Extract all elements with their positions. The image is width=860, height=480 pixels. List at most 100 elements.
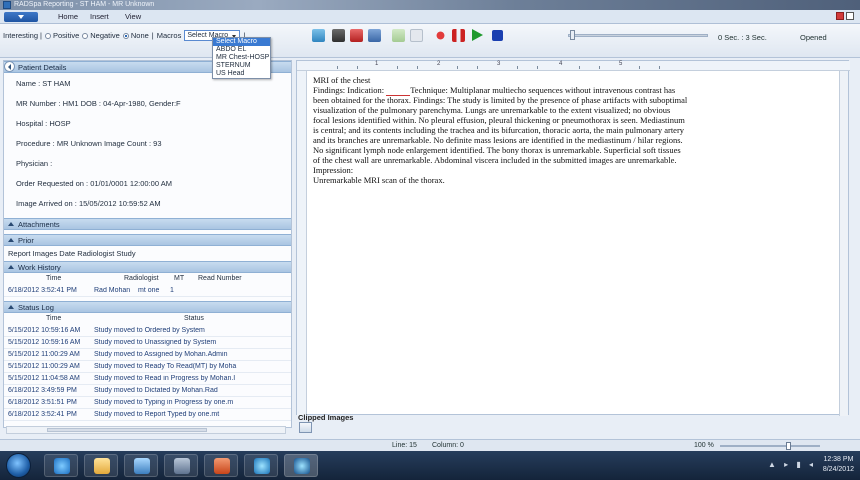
ribbon-tabs: Home Insert View <box>0 10 860 24</box>
table-row[interactable]: 5/15/2012 10:59:16 AM Study moved to Unas… <box>4 337 291 349</box>
record-icon[interactable] <box>434 29 447 42</box>
collapse-panel-icon[interactable] <box>4 61 15 72</box>
table-row[interactable]: 5/15/2012 11:04:58 AM Study moved to Read… <box>4 373 291 385</box>
taskbar-app-4[interactable] <box>164 454 198 477</box>
macro-option[interactable]: MR Chest-HOSP <box>213 54 270 62</box>
audio-status: Opened <box>800 33 827 42</box>
app-icon <box>134 458 150 474</box>
status-log-columns: Time Status <box>46 315 204 322</box>
taskbar-ie[interactable] <box>44 454 78 477</box>
globe-icon <box>254 458 270 474</box>
study-details-panel: Patient Details Name : ST HAM MR Number … <box>3 60 292 428</box>
blank-tool-icon[interactable] <box>410 29 423 42</box>
chevron-up-icon <box>8 222 14 226</box>
chevron-down-icon <box>18 15 24 19</box>
pdf-icon[interactable] <box>350 29 363 42</box>
save-icon[interactable] <box>368 29 381 42</box>
patient-physician: Physician : <box>16 159 53 168</box>
work-history-header[interactable]: Work History <box>4 261 291 273</box>
none-label: None <box>130 31 149 40</box>
impression-text: Unremarkable MRI scan of the thorax. <box>313 175 445 185</box>
application-menu-button[interactable] <box>4 12 38 22</box>
report-findings: Findings: Indication: Technique: Multipl… <box>313 85 688 165</box>
table-row[interactable]: 6/18/2012 3:51:51 PM Study moved to Typin… <box>4 397 291 409</box>
prior-columns: Report Images Date Radiologist Study <box>8 249 136 258</box>
macro-option[interactable]: ABDO EL <box>213 46 270 54</box>
zoom-slider[interactable] <box>720 445 820 447</box>
stop-icon[interactable] <box>492 30 503 41</box>
audio-position-thumb[interactable] <box>570 30 575 40</box>
patient-procedure: Procedure : MR Unknown Image Count : 93 <box>16 139 162 148</box>
window-controls <box>836 12 854 20</box>
maximize-button[interactable] <box>846 12 854 20</box>
audio-time: 0 Sec. : 3 Sec. <box>718 33 767 42</box>
table-row[interactable]: 5/15/2012 11:00:29 AM Study moved to Read… <box>4 361 291 373</box>
send-icon[interactable] <box>312 29 325 42</box>
radspa-icon <box>294 458 310 474</box>
work-history-columns: Time Radiologist MT Read Number <box>46 275 242 282</box>
prior-header[interactable]: Prior <box>4 234 291 246</box>
app-icon <box>3 1 11 9</box>
image-arrived: Image Arrived on : 15/05/2012 10:59:52 A… <box>16 199 161 208</box>
zoom-level: 100 % <box>694 442 714 449</box>
clipped-images-label: Clipped Images <box>298 413 354 422</box>
taskbar-radspa[interactable] <box>284 454 318 477</box>
table-row[interactable]: 5/15/2012 11:00:29 AM Study moved to Assi… <box>4 349 291 361</box>
scrollbar-thumb[interactable] <box>47 428 207 432</box>
macro-dropdown-list: Select Macro ABDO EL MR Chest-HOSP STERN… <box>212 37 271 79</box>
browser-icon <box>54 458 70 474</box>
left-panel-scrollbar[interactable] <box>6 426 286 434</box>
report-title: MRI of the chest <box>313 75 371 85</box>
system-tray[interactable]: ▲ ▸ ▮ ◂ <box>768 460 816 469</box>
close-window-button[interactable] <box>836 12 844 20</box>
tab-home[interactable]: Home <box>58 12 78 21</box>
table-row[interactable]: 6/18/2012 3:49:59 PM Study moved to Dicta… <box>4 385 291 397</box>
patient-mr-dob: MR Number : HM1 DOB : 04-Apr-1980, Gende… <box>16 99 181 108</box>
study-flags: Interesting | Positive Negative None | M… <box>3 30 246 41</box>
chevron-up-icon <box>8 265 14 269</box>
patient-name: Name : ST HAM <box>16 79 71 88</box>
zoom-slider-thumb[interactable] <box>786 442 791 450</box>
approve-icon[interactable] <box>392 29 405 42</box>
taskbar-app-3[interactable] <box>124 454 158 477</box>
start-button[interactable] <box>6 453 31 478</box>
tab-insert[interactable]: Insert <box>90 12 109 21</box>
interesting-toggle[interactable]: Interesting <box>3 31 38 40</box>
negative-radio[interactable] <box>82 32 89 39</box>
taskbar-clock[interactable]: 12:38 PM 8/24/2012 <box>823 455 854 475</box>
play-icon[interactable] <box>472 29 483 41</box>
table-row[interactable]: 5/15/2012 10:59:16 AM Study moved to Orde… <box>4 325 291 337</box>
status-log-header[interactable]: Status Log <box>4 301 291 313</box>
editor-vertical-scrollbar[interactable] <box>839 71 848 416</box>
pause-icon[interactable] <box>452 29 465 42</box>
tab-view[interactable]: View <box>125 12 141 21</box>
positive-radio[interactable] <box>44 32 51 39</box>
status-bar: Line: 15 Column: 0 100 % <box>0 439 860 451</box>
taskbar-explorer[interactable] <box>84 454 118 477</box>
window-title-bar: RADSpa Reporting - ST HAM - MR Unknown <box>0 0 860 10</box>
windows-taskbar: ▲ ▸ ▮ ◂ 12:38 PM 8/24/2012 <box>0 451 860 480</box>
taskbar-powerpoint[interactable] <box>204 454 238 477</box>
chevron-up-icon <box>8 305 14 309</box>
macro-option[interactable]: US Head <box>213 70 270 78</box>
chevron-up-icon <box>8 238 14 242</box>
table-row[interactable]: 6/18/2012 3:52:41 PM Rad Mohan mt one 1 <box>4 285 291 297</box>
app-icon <box>174 458 190 474</box>
macro-option[interactable]: Select Macro <box>213 38 270 46</box>
macro-option[interactable]: STERNUM <box>213 62 270 70</box>
powerpoint-icon <box>214 458 230 474</box>
attachments-header[interactable]: Attachments <box>4 218 291 230</box>
negative-label: Negative <box>90 31 120 40</box>
line-indicator: Line: 15 <box>392 442 417 449</box>
report-document[interactable]: MRI of the chest Findings: Indication: T… <box>313 75 688 185</box>
none-radio[interactable] <box>122 32 129 39</box>
column-indicator: Column: 0 <box>432 442 464 449</box>
toolbar: Interesting | Positive Negative None | M… <box>0 24 860 58</box>
refresh-icon[interactable] <box>299 422 312 433</box>
vertical-ruler <box>297 71 307 416</box>
audio-position-slider[interactable] <box>568 34 708 37</box>
book-icon[interactable] <box>332 29 345 42</box>
folder-icon <box>94 458 110 474</box>
table-row[interactable]: 6/18/2012 3:52:41 PM Study moved to Repor… <box>4 409 291 421</box>
taskbar-app-6[interactable] <box>244 454 278 477</box>
